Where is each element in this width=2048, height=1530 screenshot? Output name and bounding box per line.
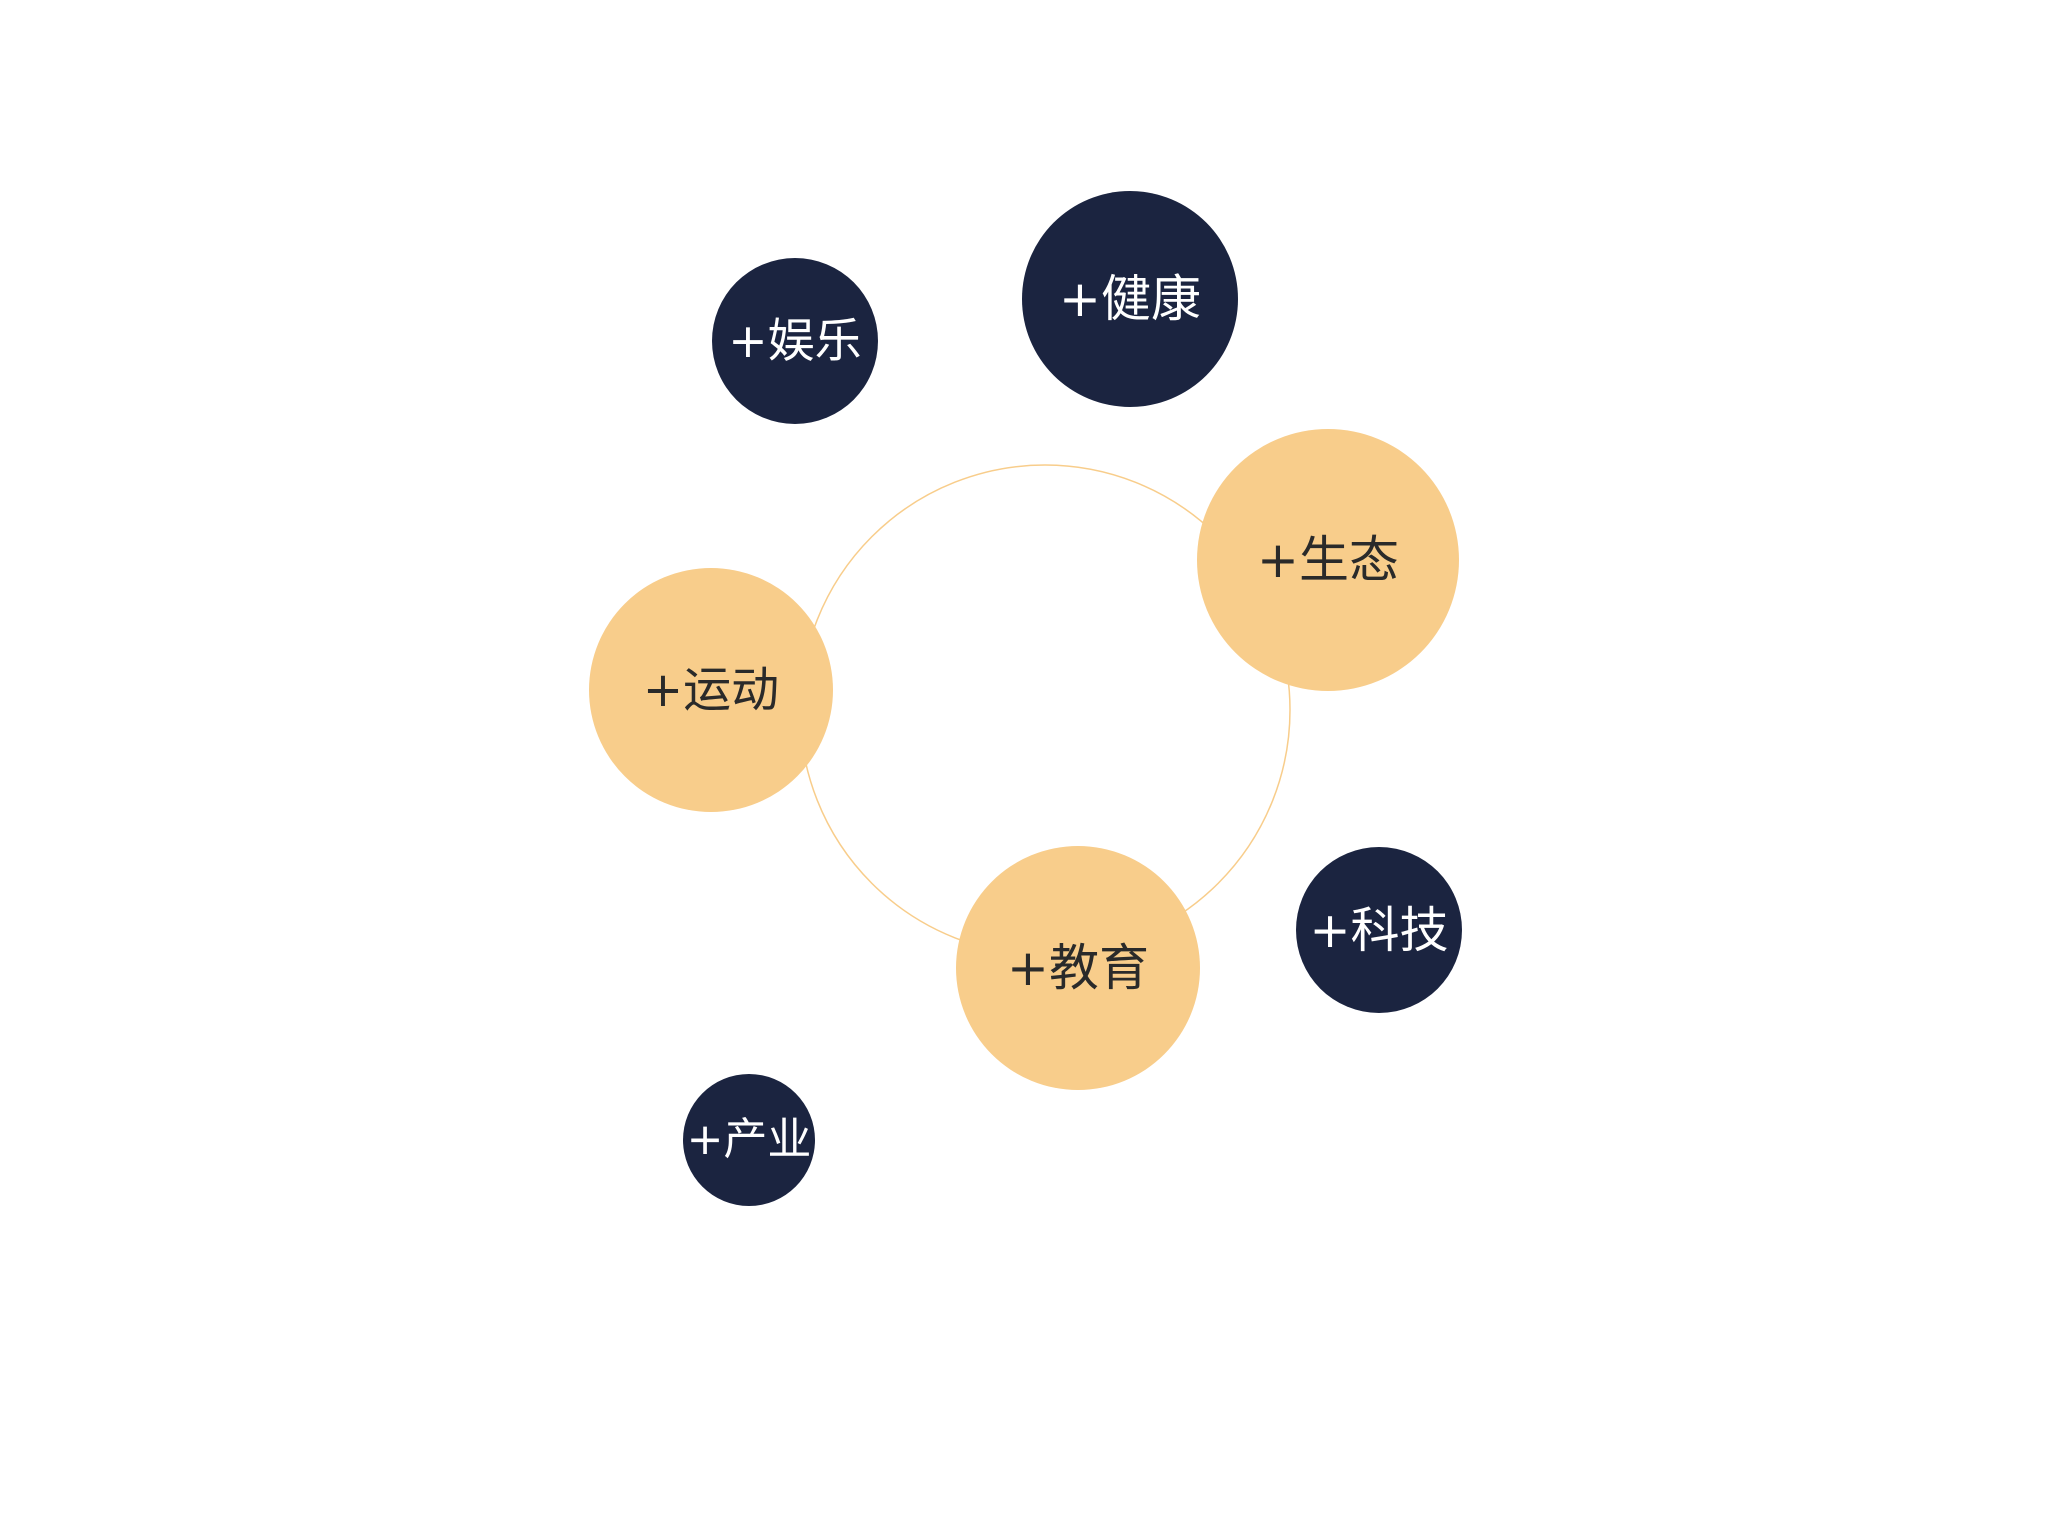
bubble-technology: +科技 — [1296, 847, 1462, 1013]
bubble-entertainment: +娱乐 — [712, 258, 878, 424]
bubble-diagram: +健康 +娱乐 +生态 +运动 +教育 +科技 +产业 — [0, 0, 2048, 1530]
bubble-industry: +产业 — [683, 1074, 815, 1206]
bubble-sports: +运动 — [589, 568, 833, 812]
bubble-education: +教育 — [956, 846, 1200, 1090]
bubble-ecology: +生态 — [1197, 429, 1459, 691]
bubble-health: +健康 — [1022, 191, 1238, 407]
center-ring — [799, 464, 1291, 956]
